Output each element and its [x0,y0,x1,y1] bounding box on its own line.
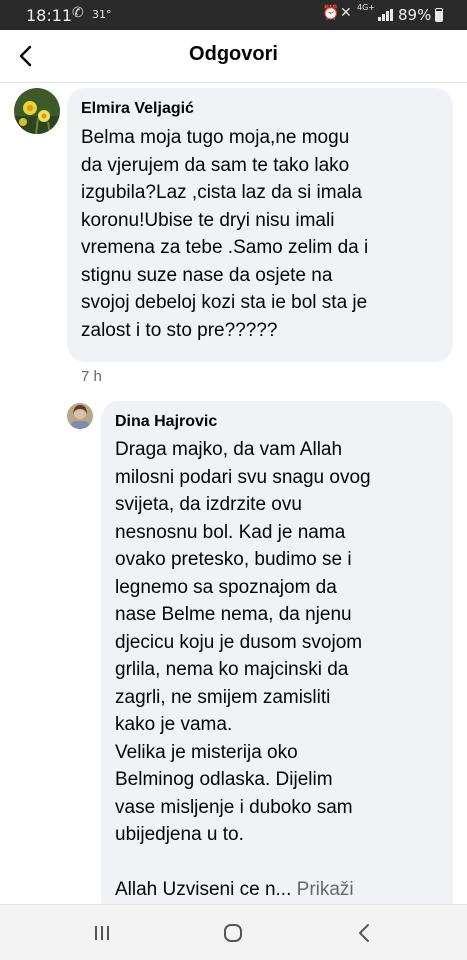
status-bar: 18:11 ✆ 31° ⏰ ✕ 4G+ 89% [0,0,467,30]
battery-icon [435,8,443,22]
alarm-icon: ⏰ [322,5,340,21]
battery-percentage: 89% [398,6,432,24]
mute-icon: ✕ [340,5,352,21]
whatsapp-notification-icon: ✆ [72,5,84,21]
comment-text: Belma moja tugo moja,ne mogu da vjerujem… [81,127,369,341]
status-time: 18:11 [26,6,73,25]
comment-bubble[interactable]: Elmira Veljagić Belma moja tugo moja,ne … [67,88,453,362]
reply-author[interactable]: Dina Hajrovic [115,413,217,431]
recent-apps-button[interactable] [86,918,118,948]
back-nav-button[interactable] [348,918,380,948]
reply-last-line: Allah Uzviseni ce n... [115,879,297,900]
profile-photo-avatar [67,403,93,429]
comment-timestamp[interactable]: 7 h [81,368,102,385]
avatar-elmira[interactable] [14,88,60,134]
reply-text: Draga majko, da vam Allah milosni podari… [115,439,371,845]
network-type-label: 4G+ [357,3,375,12]
header-bar: Odgovori [0,30,467,83]
see-more-link[interactable]: Prikaži [297,879,354,900]
signal-strength-icon [378,9,394,21]
reply-truncated-line: Allah Uzviseni ce n... Prikaži [115,876,453,904]
daffodil-avatar-image [14,88,60,134]
home-icon [224,924,242,942]
back-chevron-icon [359,924,369,942]
temperature-indicator: 31° [92,8,112,21]
comment-author[interactable]: Elmira Veljagić [81,100,194,118]
system-navigation-bar [0,904,467,960]
home-button[interactable] [217,918,249,948]
page-title: Odgovori [189,43,278,65]
avatar-dina[interactable] [67,403,93,429]
recent-apps-icon [95,926,109,940]
reply-bubble[interactable]: Dina Hajrovic Draga majko, da vam Allah … [101,401,453,911]
